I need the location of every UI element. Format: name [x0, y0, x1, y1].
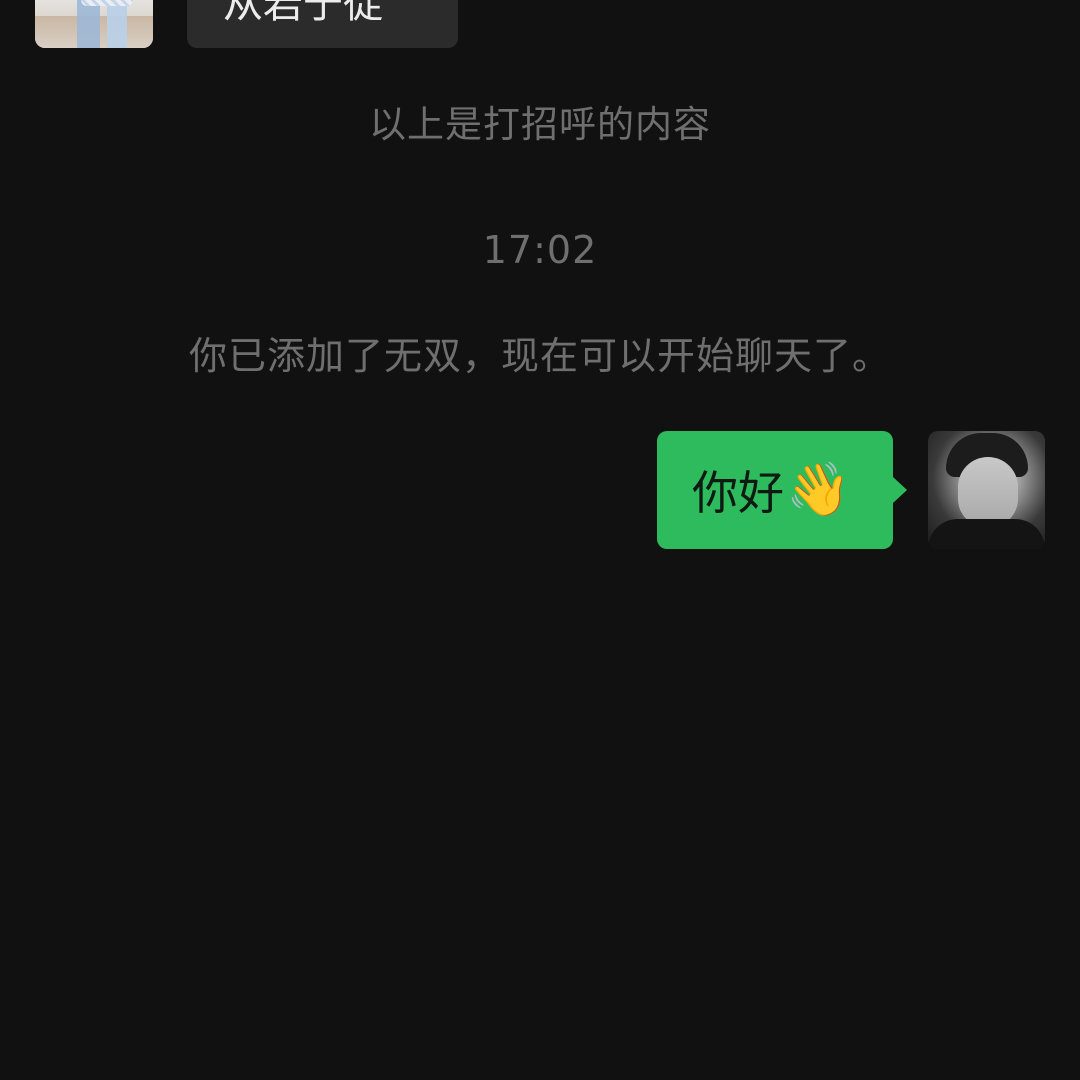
waving-hand-icon: 👋 [786, 460, 851, 520]
bubble-tail [893, 477, 907, 503]
friend-added-note: 你已添加了无双，现在可以开始聊天了。 [188, 334, 891, 378]
my-avatar[interactable] [928, 431, 1045, 549]
avatar-photo-bag [81, 0, 133, 6]
incoming-message-bubble[interactable]: 从岩于徒 [187, 0, 458, 48]
message-timestamp: 17:02 [482, 228, 598, 272]
outgoing-message-text: 你好 [692, 466, 784, 520]
avatar-photo-figure [65, 0, 135, 48]
greeting-note: 以上是打招呼的内容 [369, 103, 711, 146]
outgoing-message-bubble[interactable]: 你好 👋 [657, 431, 907, 549]
avatar-face [958, 457, 1018, 527]
contact-avatar[interactable] [35, 0, 153, 48]
incoming-message-row: 从岩于徒 [0, 0, 1080, 60]
avatar-shoulders [928, 519, 1045, 549]
